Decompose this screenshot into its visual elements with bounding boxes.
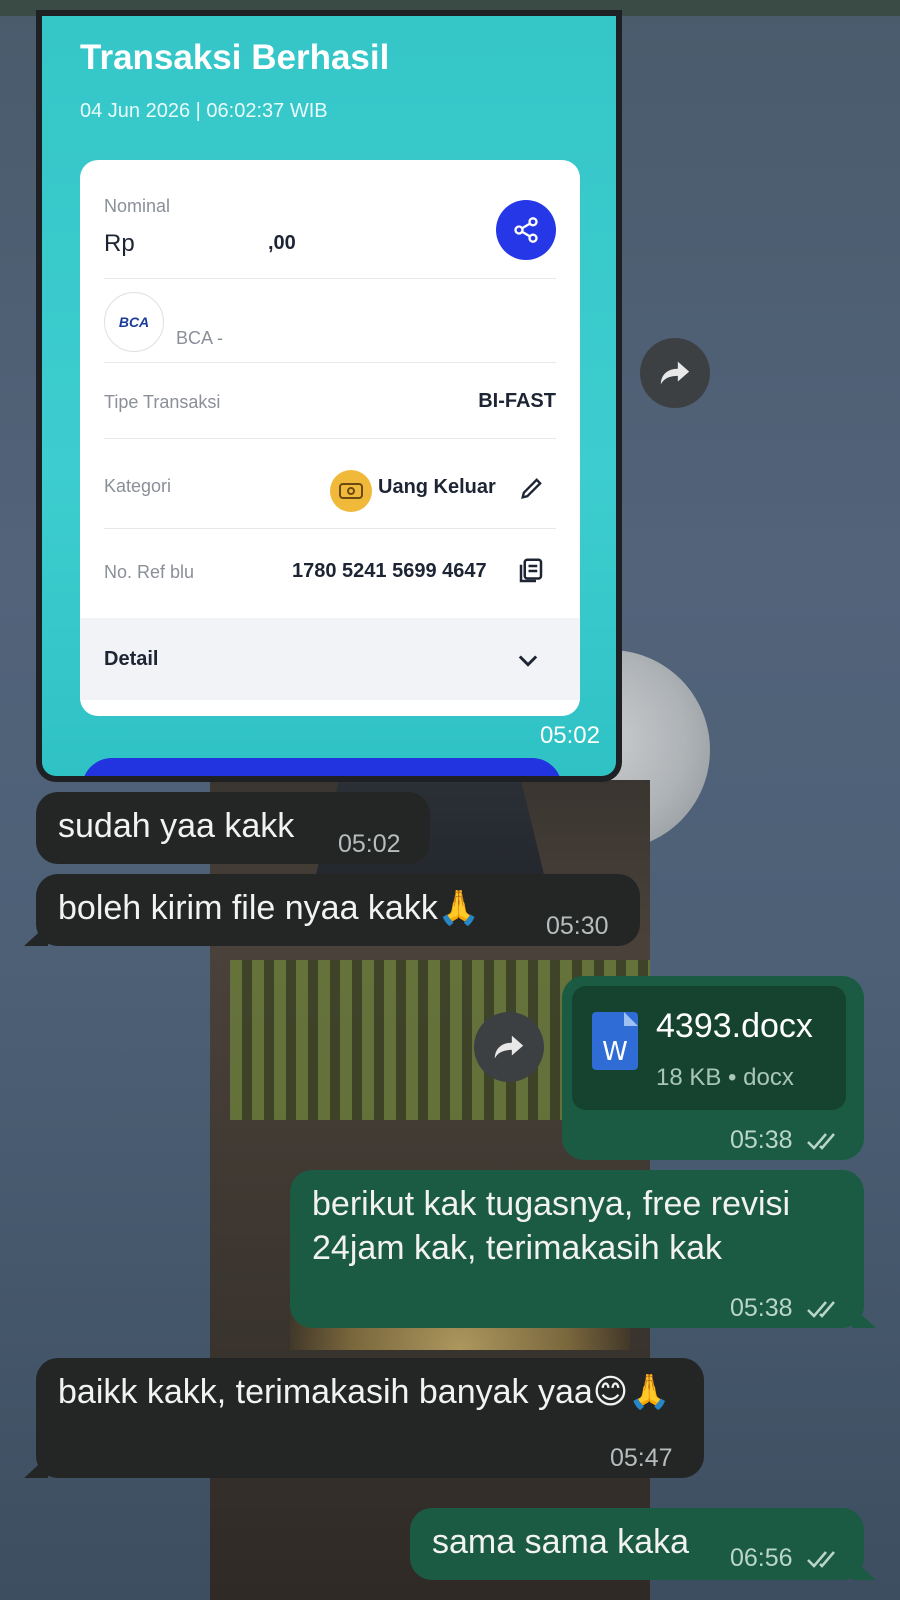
- file-meta: 18 KB • docx: [656, 1064, 794, 1091]
- message-time: 05:38: [730, 1126, 793, 1154]
- receipt-datetime: 04 Jun 2026 | 06:02:37 WIB: [80, 100, 328, 122]
- chevron-down-icon: [518, 655, 538, 667]
- receipt-card: Nominal Rp ,00 BCA BCA - Tipe Transaksi …: [80, 160, 580, 716]
- forward-button[interactable]: [474, 1012, 544, 1082]
- file-attachment[interactable]: W 4393.docx 18 KB • docx: [572, 986, 846, 1110]
- outgoing-message[interactable]: berikut kak tugasnya, free revisi 24jam …: [290, 1170, 876, 1330]
- receipt-image: Transaksi Berhasil 04 Jun 2026 | 06:02:3…: [42, 16, 616, 776]
- ref-label: No. Ref blu: [104, 562, 195, 582]
- nominal-label: Nominal: [104, 196, 171, 216]
- share-button: [496, 200, 556, 260]
- nominal-prefix: Rp: [104, 230, 135, 257]
- word-doc-icon: W: [592, 1012, 638, 1070]
- incoming-message[interactable]: sudah yaa kakk 05:02: [36, 792, 430, 864]
- detail-bar: Detail: [80, 618, 580, 700]
- message-time: 05:02: [539, 722, 600, 749]
- incoming-message[interactable]: boleh kirim file nyaa kakk🙏 05:30: [24, 874, 640, 946]
- doc-fold: [624, 1012, 638, 1026]
- receipt-image-message[interactable]: Transaksi Berhasil 04 Jun 2026 | 06:02:3…: [36, 10, 622, 782]
- share-icon: [514, 217, 538, 243]
- incoming-message[interactable]: baikk kakk, terimakasih banyak yaa😊🙏 05:…: [24, 1358, 704, 1478]
- message-time: 05:30: [546, 912, 609, 940]
- card-divider: [104, 278, 556, 279]
- card-divider: [104, 528, 556, 529]
- bank-name: BCA -: [176, 328, 224, 348]
- money-out-icon: [330, 470, 372, 512]
- message-text: berikut kak tugasnya, free revisi 24jam …: [312, 1185, 791, 1267]
- type-value: BI-FAST: [478, 390, 556, 412]
- detail-label: Detail: [104, 648, 159, 670]
- file-name: 4393.docx: [656, 1007, 813, 1045]
- message-text: sudah yaa kakk: [58, 807, 295, 845]
- card-divider: [104, 362, 556, 363]
- message-time: 05:47: [610, 1444, 673, 1472]
- receipt-bottom-button: [82, 758, 562, 776]
- message-time-with-ticks: 05:38: [730, 1286, 840, 1330]
- message-text: sama sama kaka: [432, 1523, 689, 1561]
- forward-icon: [660, 361, 690, 385]
- doc-letter: W: [602, 1037, 628, 1067]
- category-label: Kategori: [104, 476, 172, 496]
- forward-icon: [494, 1035, 524, 1059]
- double-check-icon: [806, 1551, 835, 1569]
- forward-button[interactable]: [640, 338, 710, 408]
- outgoing-message[interactable]: sama sama kaka 06:56: [410, 1508, 876, 1580]
- message-text: boleh kirim file nyaa kakk🙏: [58, 889, 481, 927]
- ref-value: 1780 5241 5699 4647: [292, 560, 487, 582]
- double-check-icon: [806, 1301, 835, 1319]
- double-check-icon: [806, 1133, 835, 1151]
- outgoing-file-message[interactable]: W 4393.docx 18 KB • docx 05:38: [562, 976, 864, 1160]
- message-time-with-ticks: 05:38: [730, 1118, 840, 1162]
- copy-icon: [519, 558, 543, 583]
- message-time: 05:38: [730, 1294, 793, 1322]
- card-divider: [104, 438, 556, 439]
- message-time-with-ticks: 06:56: [730, 1536, 840, 1580]
- message-time: 06:56: [730, 1544, 793, 1572]
- pencil-icon: [521, 478, 542, 499]
- type-label: Tipe Transaksi: [104, 392, 221, 412]
- category-value: Uang Keluar: [378, 476, 496, 498]
- message-text: baikk kakk, terimakasih banyak yaa😊🙏: [58, 1373, 671, 1411]
- receipt-title: Transaksi Berhasil: [80, 38, 390, 77]
- nominal-suffix: ,00: [268, 232, 296, 254]
- bca-logo: BCA: [104, 292, 164, 352]
- message-time: 05:02: [338, 830, 401, 858]
